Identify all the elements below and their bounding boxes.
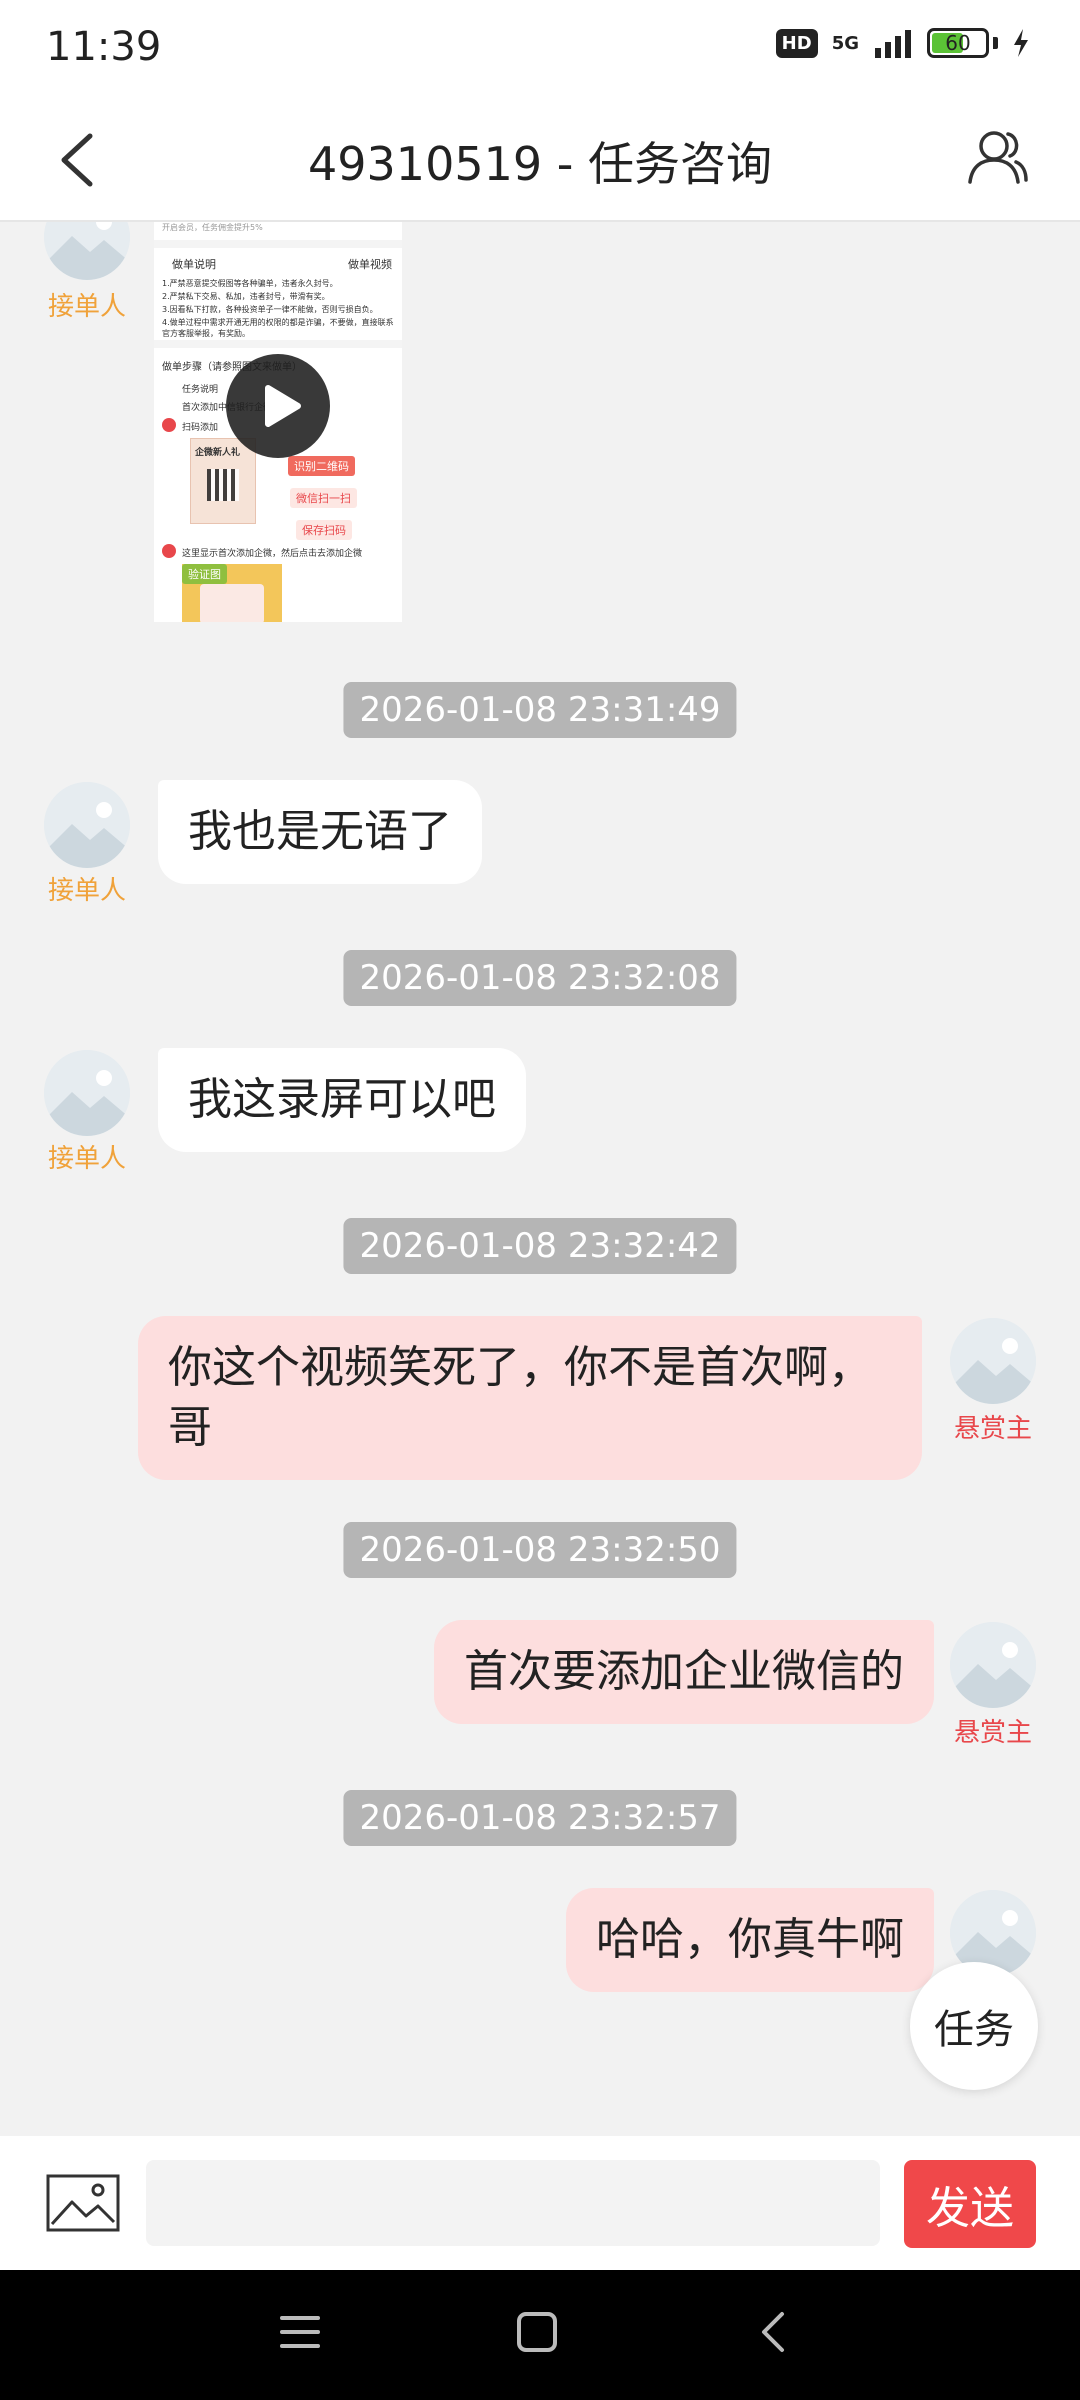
users-icon[interactable]	[966, 124, 1030, 188]
screenshot-top-card: 开启会员，任务佣金提升5%	[154, 222, 402, 240]
message-input[interactable]	[146, 2160, 880, 2246]
sender-role-label: 接单人	[47, 292, 126, 322]
screenshot-verify-card	[200, 584, 264, 622]
message-bubble[interactable]: 首次要添加企业微信的	[434, 1620, 934, 1724]
message-bubble[interactable]: 你这个视频笑死了，你不是首次啊，哥	[138, 1316, 922, 1480]
avatar-placeholder-icon	[44, 1050, 130, 1136]
screenshot-notice-video: 做单视频	[348, 258, 392, 271]
message-timestamp: 2026-01-08 23:31:49	[343, 682, 737, 738]
play-icon	[265, 385, 301, 427]
chat-area[interactable]: 接单人 开启会员，任务佣金提升5% 做单说明 做单视频 1.严禁恶意提交假图等各…	[0, 222, 1080, 2136]
message-bubble[interactable]: 哈哈，你真牛啊	[566, 1888, 934, 1992]
hd-badge: HD	[775, 28, 818, 58]
avatar[interactable]	[950, 1318, 1036, 1404]
menu-icon[interactable]	[280, 2310, 320, 2354]
sender-role-label: 悬赏主	[953, 1414, 1032, 1444]
status-icons: HD 5G 60	[775, 28, 1030, 58]
avatar[interactable]	[44, 1050, 130, 1136]
nav-header: 49310519 - 任务咨询	[0, 100, 1080, 222]
back-nav-icon[interactable]	[756, 2310, 790, 2354]
screenshot-tag-identify: 识别二维码	[288, 456, 355, 476]
avatar[interactable]	[44, 782, 130, 868]
screenshot-task-desc-label: 任务说明	[182, 385, 219, 395]
avatar-placeholder-icon	[950, 1318, 1036, 1404]
status-time: 11:39	[46, 24, 162, 70]
message-timestamp: 2026-01-08 23:32:57	[343, 1790, 737, 1846]
screenshot-step2-text: 这里显示首次添加企微，然后点击去添加企微	[182, 549, 363, 559]
battery-percent: 60	[945, 31, 971, 55]
screenshot-notice-title: 做单说明	[172, 258, 216, 271]
avatar[interactable]	[44, 222, 130, 280]
signal-icon	[875, 30, 911, 58]
play-button[interactable]	[226, 354, 330, 458]
avatar[interactable]	[950, 1622, 1036, 1708]
screenshot-tag-save: 保存扫码	[296, 520, 352, 540]
network-label: 5G	[831, 32, 859, 54]
message-timestamp: 2026-01-08 23:32:08	[343, 950, 737, 1006]
message-bubble[interactable]: 我也是无语了	[158, 780, 482, 884]
system-navigation-bar	[0, 2270, 1080, 2400]
page-title: 49310519 - 任务咨询	[308, 137, 772, 191]
message-timestamp: 2026-01-08 23:32:50	[343, 1522, 737, 1578]
step-1-badge	[162, 418, 176, 432]
charging-icon	[1014, 29, 1028, 57]
message-bubble[interactable]: 我这录屏可以吧	[158, 1048, 526, 1152]
sender-role-label: 悬赏主	[953, 1718, 1032, 1748]
input-bar: 发送	[0, 2136, 1080, 2270]
screenshot-step1-label: 扫码添加	[182, 423, 219, 433]
battery-cap	[993, 37, 998, 49]
screenshot-verify-image: 验证图	[182, 564, 282, 622]
task-button[interactable]: 任务	[910, 1962, 1038, 2090]
step-2-badge	[162, 544, 176, 558]
avatar-placeholder-icon	[44, 222, 130, 280]
avatar-placeholder-icon	[950, 1622, 1036, 1708]
screenshot-notice-line-3: 3.因看私下打款，各种投资单子一律不能做，否则亏损自负。	[162, 305, 378, 314]
screenshot-verify-tag: 验证图	[182, 564, 227, 584]
screenshot-top-line: 开启会员，任务佣金提升5%	[162, 223, 263, 232]
screenshot-notice-card: 做单说明 做单视频 1.严禁恶意提交假图等各种骗单，违者永久封号。 2.严禁私下…	[154, 248, 402, 340]
screenshot-tag-scan: 微信扫一扫	[290, 488, 357, 508]
send-button[interactable]: 发送	[904, 2160, 1036, 2248]
screenshot-notice-line-2: 2.严禁私下交易、私加，违者封号，带滑有奖。	[162, 292, 330, 301]
qr-code-icon	[207, 469, 239, 501]
battery-icon: 60	[927, 28, 989, 58]
screenshot-notice-line-4: 4.做单过程中需求开通无用的权限的都是诈骗，不要做，直接联系官方客服举报，有奖励…	[162, 318, 394, 338]
sender-role-label: 接单人	[47, 876, 126, 906]
avatar-placeholder-icon	[44, 782, 130, 868]
image-icon[interactable]	[46, 2174, 120, 2232]
sender-role-label: 接单人	[47, 1144, 126, 1174]
message-timestamp: 2026-01-08 23:32:42	[343, 1218, 737, 1274]
home-icon[interactable]	[515, 2310, 559, 2354]
screenshot-image[interactable]: 开启会员，任务佣金提升5% 做单说明 做单视频 1.严禁恶意提交假图等各种骗单，…	[154, 222, 402, 622]
screenshot-notice-line-1: 1.严禁恶意提交假图等各种骗单，违者永久封号。	[162, 279, 338, 288]
status-bar: 11:39 HD 5G 60	[0, 0, 1080, 100]
